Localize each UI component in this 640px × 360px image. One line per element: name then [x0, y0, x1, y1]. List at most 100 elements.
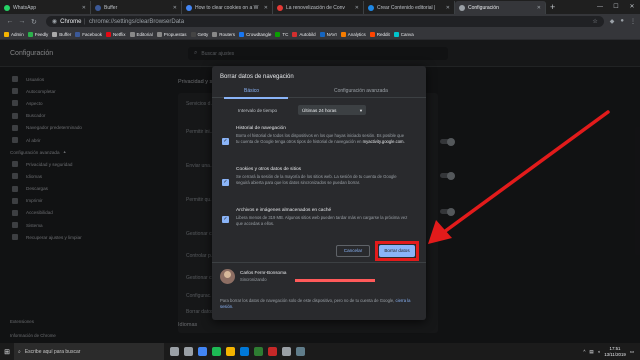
tab-renovelizacion[interactable]: La renovelización de Conv ✕	[273, 1, 364, 14]
taskbar-search-placeholder: Escribe aquí para buscar	[24, 348, 81, 355]
bookmark-item[interactable]: Propuestas	[156, 31, 187, 37]
screen: WhatsApp ✕ Buffer ✕ How to clear cookies…	[0, 0, 640, 360]
site-icon	[368, 4, 374, 11]
address-url: chrome://settings/clearBrowserData	[89, 18, 185, 25]
bookmark-item[interactable]: Admin	[4, 31, 24, 37]
folder-icon	[156, 31, 162, 37]
new-tab-icon[interactable]: +	[546, 1, 559, 14]
buffer-icon	[95, 4, 101, 11]
close-tab-icon[interactable]: ✕	[537, 5, 541, 11]
bookmark-label: Feedly	[34, 31, 49, 37]
bookmark-item[interactable]: Editorial	[129, 31, 153, 37]
close-tab-icon[interactable]: ✕	[173, 5, 177, 11]
menu-icon[interactable]: ⋮	[630, 18, 636, 25]
option-title: Historial de navegación	[236, 126, 286, 131]
tab-configuracion-avanzada[interactable]: Configuración avanzada	[334, 88, 388, 94]
bookmark-icon	[4, 31, 9, 37]
option-title: Archivos e imágenes almacenados en caché	[236, 208, 332, 213]
bookmark-item[interactable]: Feedly	[27, 31, 49, 37]
bookmark-label: Autobild	[299, 31, 316, 37]
bookmarks-bar: Admin Feedly Buffer Facebook Netflix Edi…	[0, 29, 640, 40]
option-title: Cookies y otros datos de sitios	[236, 167, 302, 172]
close-tab-icon[interactable]: ✕	[355, 5, 359, 11]
clock[interactable]: 17:51 13/11/2019	[604, 346, 626, 357]
store-icon[interactable]	[240, 347, 249, 356]
maximize-icon[interactable]: ☐	[608, 0, 624, 14]
bookmark-icon	[52, 31, 58, 37]
myactivity-link[interactable]: myactivity.google.com.	[363, 139, 405, 144]
time-range-select[interactable]: Últimas 24 horas ▼	[298, 105, 366, 115]
bookmark-item[interactable]: Canva	[393, 31, 414, 37]
bookmark-item[interactable]: Reddit	[369, 31, 390, 37]
account-row: Carlos Fernr-Bonsoma Sincronizando	[220, 267, 420, 289]
profile-icon[interactable]: ●	[620, 18, 624, 25]
bookmark-item[interactable]: Autobild	[292, 31, 316, 37]
site-info-icon[interactable]: ◉	[52, 18, 57, 25]
close-tab-icon[interactable]: ✕	[82, 5, 86, 11]
bookmark-label: Admin	[11, 31, 24, 37]
taskbar-apps	[170, 347, 305, 356]
bookmark-item[interactable]: Routers	[212, 31, 235, 37]
google-icon	[186, 4, 192, 11]
bookmark-icon	[105, 31, 111, 37]
avatar	[220, 269, 235, 284]
checkbox-cache[interactable]: ✓	[222, 216, 229, 223]
app-icon[interactable]	[184, 347, 193, 356]
sync-status: Sincronizando	[240, 277, 267, 282]
bookmark-item[interactable]: Analytics	[340, 31, 366, 37]
chevron-up-icon[interactable]: ^	[583, 349, 585, 354]
tab-strip: WhatsApp ✕ Buffer ✕ How to clear cookies…	[0, 0, 640, 14]
bookmark-item[interactable]: NAVI	[319, 31, 337, 37]
bookmark-item[interactable]: TC	[275, 31, 288, 37]
option-description: Se cerrará la sesión de la mayoría de lo…	[236, 174, 397, 185]
search-icon: ⌕	[18, 348, 21, 355]
app-icon[interactable]	[282, 347, 291, 356]
bookmark-item[interactable]: Netflix	[105, 31, 126, 37]
minimize-icon[interactable]: —	[592, 0, 608, 14]
clear-data-button[interactable]: Borrar datos	[379, 245, 415, 257]
tab-buffer[interactable]: Buffer ✕	[91, 1, 182, 14]
spotify-icon[interactable]	[212, 347, 221, 356]
volume-icon[interactable]: ◖	[598, 349, 601, 354]
task-view-icon[interactable]	[170, 347, 179, 356]
close-window-icon[interactable]: ✕	[624, 0, 640, 14]
active-tab-indicator	[224, 97, 288, 99]
back-icon[interactable]: ←	[4, 18, 16, 25]
explorer-icon[interactable]	[226, 347, 235, 356]
bookmark-icon	[190, 31, 196, 37]
taskbar-search[interactable]: ⌕ Escribe aquí para buscar	[14, 343, 164, 360]
clear-browsing-data-dialog: Borrar datos de navegación Básico Config…	[212, 66, 426, 320]
excel-icon[interactable]	[254, 347, 263, 356]
forward-icon[interactable]: →	[16, 18, 28, 25]
notifications-icon[interactable]: ▭	[630, 349, 634, 355]
reload-icon[interactable]: ↻	[28, 18, 40, 26]
windows-start-icon[interactable]: ⊞	[0, 343, 14, 360]
app-icon[interactable]	[296, 347, 305, 356]
chrome-icon[interactable]	[198, 347, 207, 356]
windows-taskbar: ⊞ ⌕ Escribe aquí para buscar ^ ▤ ◖ 17:51…	[0, 343, 640, 360]
app-icon[interactable]	[268, 347, 277, 356]
close-tab-icon[interactable]: ✕	[446, 5, 450, 11]
bookmark-item[interactable]: Getty	[190, 31, 208, 37]
close-tab-icon[interactable]: ✕	[264, 5, 268, 11]
bookmark-star-icon[interactable]: ☆	[592, 18, 597, 25]
bookmark-label: Crowdtangle	[246, 31, 272, 37]
tab-whatsapp[interactable]: WhatsApp ✕	[0, 1, 91, 14]
bookmark-icon	[319, 31, 325, 37]
cancel-button[interactable]: Cancelar	[336, 245, 370, 257]
bookmark-item[interactable]: Crowdtangle	[239, 31, 272, 37]
checkbox-historial[interactable]: ✓	[222, 138, 229, 145]
address-site: Chrome	[60, 18, 82, 25]
extension-icon[interactable]: ◆	[610, 18, 615, 25]
bookmark-item[interactable]: Buffer	[52, 31, 71, 37]
time-range-value: Últimas 24 horas	[302, 107, 337, 113]
checkbox-cookies[interactable]: ✓	[222, 179, 229, 186]
tab-crear-contenido[interactable]: Crear Contenido editorial | ✕	[364, 1, 455, 14]
network-icon[interactable]: ▤	[589, 349, 593, 355]
tab-basico[interactable]: Básico	[244, 88, 259, 94]
address-bar[interactable]: ◉ Chrome | chrome://settings/clearBrowse…	[45, 16, 604, 27]
bookmark-item[interactable]: Facebook	[75, 31, 102, 37]
bookmark-label: Canva	[400, 31, 414, 37]
tab-configuracion[interactable]: Configuración ✕	[455, 1, 546, 14]
tab-how-to-clear-cookies[interactable]: How to clear cookies on a W ✕	[182, 1, 273, 14]
